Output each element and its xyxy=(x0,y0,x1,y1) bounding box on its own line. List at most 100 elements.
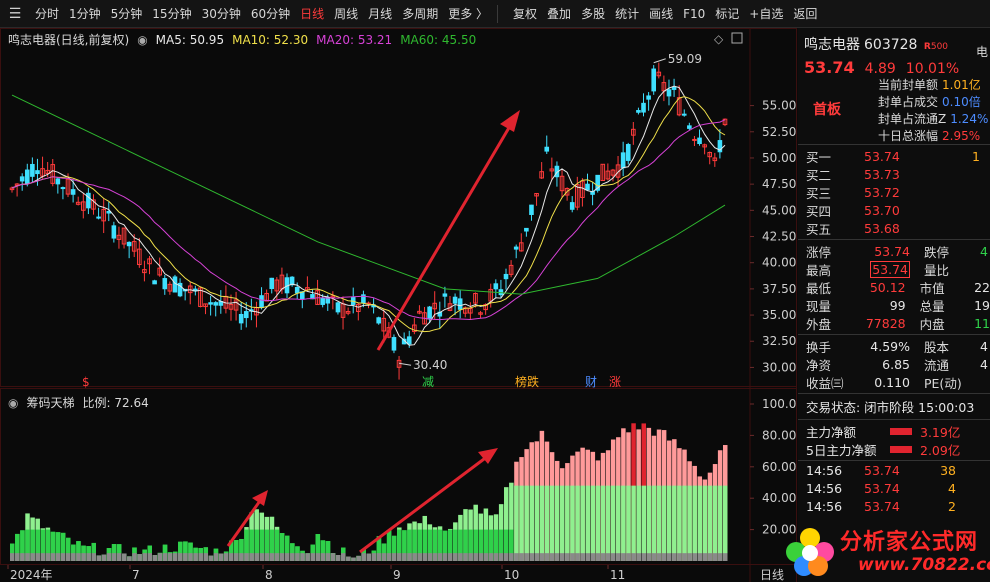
price-axis-label: 52.50 xyxy=(762,125,796,139)
indicator-base-bar xyxy=(672,485,677,561)
period-tabs: 分时 1分钟 5分钟 15分钟 30分钟 60分钟 日线 周线 月线 多周期 更多 〉 xyxy=(30,0,493,27)
indicator-base-bar xyxy=(514,485,519,561)
collapse-icon[interactable]: ◉ xyxy=(8,396,18,410)
period-tab-9[interactable]: 多周期 xyxy=(397,5,443,22)
seal-label: 封单占流通Z xyxy=(878,112,947,126)
tool-button-1[interactable]: 叠加 xyxy=(542,5,576,22)
trade-time: 14:56 xyxy=(806,480,843,496)
period-tab-4[interactable]: 30分钟 xyxy=(197,5,246,22)
candle-body xyxy=(208,302,213,305)
high-annotation: 59.09 xyxy=(668,52,702,66)
indicator-floor-bar xyxy=(91,553,96,561)
indicator-floor-bar xyxy=(605,553,611,561)
price-legend: 鸣志电器(日线,前复权) ◉ MA5: 50.95 MA10: 52.30 MA… xyxy=(8,31,476,48)
quote-row: 净资 6.85 流通 4 xyxy=(798,355,990,373)
top-right-label: 电 xyxy=(975,45,988,59)
candle-body xyxy=(35,170,40,175)
period-tab-1[interactable]: 1分钟 xyxy=(64,5,106,22)
period-tab-5[interactable]: 60分钟 xyxy=(246,5,295,22)
period-tab-0[interactable]: 分时 xyxy=(30,5,64,22)
indicator-floor-bar xyxy=(116,553,122,561)
indicator-floor-bar xyxy=(565,553,570,561)
indicator-floor-bar xyxy=(167,553,173,561)
period-tab-6[interactable]: 日线 xyxy=(295,5,329,22)
tool-button-0[interactable]: 复权 xyxy=(508,5,542,22)
quote-row: 换手 4.59% 股本 4 xyxy=(798,337,990,355)
kline-chart-area[interactable]: 55.00 52.50 50.00 47.50 45.00 42.50 40.00 37.50… xyxy=(0,28,797,582)
indicator-base-bar xyxy=(621,485,626,561)
period-tab-8[interactable]: 月线 xyxy=(363,5,397,22)
indicator-floor-bar xyxy=(427,553,433,561)
indicator-floor-bar xyxy=(514,553,519,561)
indicator-floor-bar xyxy=(15,553,20,561)
indicator-floor-bar xyxy=(661,553,667,561)
candle-body xyxy=(391,337,397,351)
candle-body xyxy=(620,152,626,169)
quote-label-2: PE(动) xyxy=(924,375,962,391)
tool-button-4[interactable]: 画线 xyxy=(644,5,678,22)
indicator-base-bar xyxy=(524,485,529,561)
tool-button-8[interactable]: 返回 xyxy=(788,5,822,22)
indicator-floor-bar xyxy=(447,553,453,561)
indicator-floor-bar xyxy=(346,556,351,561)
quote-row: 涨停 53.74 跌停 4 xyxy=(798,242,990,260)
ma20-label: MA20: 53.21 xyxy=(316,32,393,47)
kline-chart-canvas[interactable]: 55.00 52.50 50.00 47.50 45.00 42.50 40.00 37.50… xyxy=(0,28,797,582)
indicator-floor-bar xyxy=(239,553,244,561)
indicator-floor-bar xyxy=(320,553,326,561)
seal-row: 十日总涨幅 2.95% xyxy=(878,128,988,145)
quote-value-wrap: 4.59% xyxy=(864,339,910,354)
ma60-label: MA60: 45.50 xyxy=(400,32,477,47)
tool-button-2[interactable]: 多股 xyxy=(576,5,610,22)
quote-value-2: 11 xyxy=(974,315,990,331)
tool-button-3[interactable]: 统计 xyxy=(610,5,644,22)
quote-row: 外盘 77828 内盘 11 xyxy=(798,314,990,332)
indicator-floor-bar xyxy=(172,553,178,561)
indicator-floor-bar xyxy=(412,553,417,561)
seal-label: 封单占成交 xyxy=(878,95,939,109)
indicator-ratio: 比例: 72.64 xyxy=(82,396,149,410)
tool-button-7[interactable]: +自选 xyxy=(744,5,788,22)
seal-info: 当前封单额 1.01亿 封单占成交 0.10倍 封单占流通Z 1.24% 十日总涨幅 2.95… xyxy=(878,77,988,145)
candle-body xyxy=(335,302,341,313)
price-axis-label: 30.00 xyxy=(762,360,796,374)
candle-body xyxy=(529,204,534,215)
indicator-base-bar xyxy=(605,485,611,561)
seal-value: 1.24% xyxy=(950,112,989,126)
indicator-floor-bar xyxy=(81,553,86,561)
period-tab-10[interactable]: 更多 〉 xyxy=(443,5,493,22)
indicator-floor-bar xyxy=(188,553,193,561)
indicator-floor-bar xyxy=(376,553,382,561)
candle-body xyxy=(671,86,677,90)
settings-dot-icon[interactable]: ◉ xyxy=(137,33,147,47)
indicator-base-bar xyxy=(687,485,692,561)
indicator-floor-bar xyxy=(351,557,356,561)
tool-button-6[interactable]: 标记 xyxy=(710,5,744,22)
quote-label: 净资 xyxy=(806,357,832,373)
toolbar-divider xyxy=(497,4,499,23)
indicator-axis-label: 40.00 xyxy=(762,491,796,505)
indicator-floor-bar xyxy=(407,553,412,561)
indicator-base-bar xyxy=(610,485,616,561)
seal-value: 1.01亿 xyxy=(942,78,981,92)
candle-body xyxy=(513,246,519,250)
indicator-floor-bar xyxy=(509,553,514,561)
period-tab-3[interactable]: 15分钟 xyxy=(147,5,196,22)
quote-value-wrap: 99 xyxy=(862,298,906,313)
period-tab-7[interactable]: 周线 xyxy=(329,5,363,22)
book-level: 买四 xyxy=(806,203,832,219)
candle-body xyxy=(651,68,657,92)
indicator-floor-bar xyxy=(590,553,596,561)
indicator-floor-bar xyxy=(127,556,132,561)
period-tab-2[interactable]: 5分钟 xyxy=(106,5,148,22)
indicator-floor-bar xyxy=(264,553,270,561)
menu-icon[interactable]: ☰ xyxy=(4,3,26,25)
indicator-floor-bar xyxy=(417,553,422,561)
indicator-floor-bar xyxy=(234,553,239,561)
indicator-floor-bar xyxy=(254,553,259,561)
indicator-floor-bar xyxy=(544,553,550,561)
tool-button-5[interactable]: F10 xyxy=(678,7,710,21)
quote-value-wrap: 6.85 xyxy=(864,357,910,372)
quote-value-2: 19 xyxy=(974,297,990,313)
indicator-base-bar xyxy=(656,485,662,561)
